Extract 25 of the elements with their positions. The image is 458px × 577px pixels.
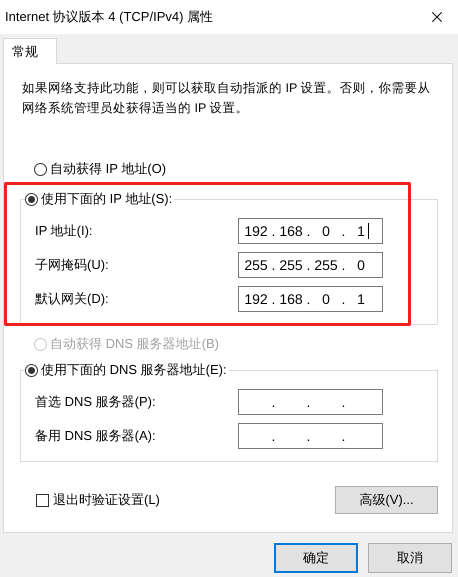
checkbox-label: 退出时验证设置(L) <box>53 491 160 509</box>
radio-label: 使用下面的 DNS 服务器地址(E): <box>41 361 227 379</box>
radio-label: 自动获得 DNS 服务器地址(B) <box>50 335 219 353</box>
advanced-button[interactable]: 高级(V)... <box>335 486 438 514</box>
dialog-button[interactable]: 确定 <box>274 543 358 573</box>
ip-address-field[interactable]: . . . <box>238 389 383 415</box>
field-label: 首选 DNS 服务器(P): <box>35 393 157 411</box>
ip-address-field[interactable]: 192 . 168 . 0 . 1 <box>238 286 383 312</box>
checkbox[interactable] <box>36 494 49 506</box>
dialog-button[interactable]: 取消 <box>368 543 452 573</box>
radio-button[interactable] <box>25 364 38 376</box>
ip-address-field[interactable]: 255 . 255 . 255 . 0 <box>238 252 383 278</box>
field-label: 备用 DNS 服务器(A): <box>35 427 157 445</box>
field-label: IP 地址(I): <box>35 222 94 240</box>
radio-label: 使用下面的 IP 地址(S): <box>41 190 172 208</box>
tab[interactable]: 常规 <box>3 38 57 64</box>
window-title: Internet 协议版本 4 (TCP/IPv4) 属性 <box>5 8 214 26</box>
radio-label: 自动获得 IP 地址(O) <box>50 160 166 178</box>
radio-button[interactable] <box>34 162 47 176</box>
ip-address-field[interactable]: 192 . 168 . 0 . 1 <box>238 218 383 244</box>
field-label: 默认网关(D): <box>35 290 110 308</box>
description-text: 如果网络支持此功能，则可以获取自动指派的 IP 设置。否则，你需要从网络系统管理员处获得适当的 IP 设置。 <box>22 80 432 117</box>
radio-button[interactable] <box>25 192 38 206</box>
field-label: 子网掩码(U): <box>35 256 110 274</box>
ip-address-field[interactable]: . . . <box>238 423 383 449</box>
